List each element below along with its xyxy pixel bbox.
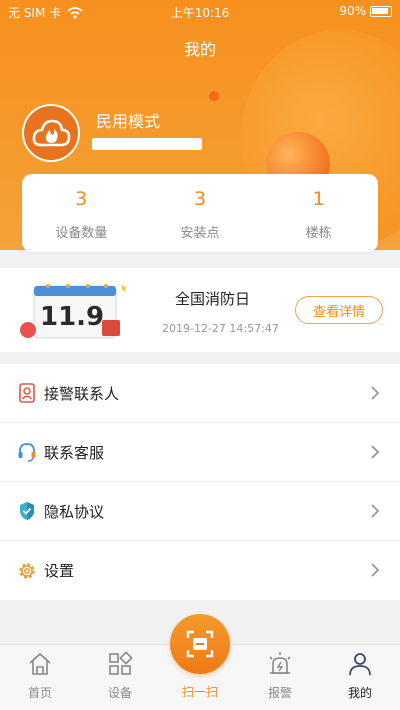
tab-home[interactable]: 首页 bbox=[0, 645, 80, 710]
stat-value: 1 bbox=[312, 188, 325, 210]
stat-label: 楼栋 bbox=[305, 226, 332, 241]
stat-device-count[interactable]: 3 设备数量 bbox=[22, 174, 141, 252]
masked-phone-number bbox=[92, 138, 202, 150]
menu-item-label: 设置 bbox=[44, 562, 75, 580]
settings-menu: 接警联系人 联系客服 隐私协议 设置 bbox=[0, 364, 400, 600]
headset-icon bbox=[16, 441, 38, 463]
user-icon bbox=[349, 653, 371, 676]
avatar[interactable] bbox=[22, 104, 80, 162]
stat-install-points[interactable]: 3 安装点 bbox=[141, 174, 260, 252]
menu-item-customer-service[interactable]: 联系客服 bbox=[0, 423, 400, 482]
scan-icon bbox=[186, 630, 214, 658]
stat-buildings[interactable]: 1 楼栋 bbox=[259, 174, 378, 252]
menu-item-label: 隐私协议 bbox=[44, 502, 105, 521]
user-mode-label: 民用模式 bbox=[96, 112, 161, 131]
shield-icon bbox=[16, 500, 38, 522]
alarm-icon bbox=[269, 652, 291, 674]
menu-item-alarm-contacts[interactable]: 接警联系人 bbox=[0, 364, 400, 423]
tab-label: 报警 bbox=[267, 686, 292, 700]
cloud-flame-logo-icon bbox=[32, 119, 71, 147]
scan-button[interactable] bbox=[170, 614, 230, 674]
tab-label: 我的 bbox=[347, 686, 372, 700]
stat-value: 3 bbox=[75, 188, 88, 210]
chevron-right-icon bbox=[371, 445, 380, 459]
calendar-date-text: 11.9 bbox=[40, 302, 104, 332]
event-timestamp: 2019-12-27 14:57:47 bbox=[162, 322, 279, 335]
stats-card: 3 设备数量 3 安装点 1 楼栋 bbox=[22, 174, 378, 252]
gear-icon bbox=[16, 560, 38, 582]
header-decoration-dot bbox=[209, 91, 219, 101]
menu-item-settings[interactable]: 设置 bbox=[0, 541, 400, 600]
menu-item-label: 接警联系人 bbox=[44, 384, 120, 403]
tab-devices[interactable]: 设备 bbox=[80, 645, 160, 710]
battery-icon bbox=[370, 5, 392, 17]
calendar-illustration: 11.9 bbox=[20, 284, 126, 339]
tab-mine[interactable]: 我的 bbox=[320, 645, 400, 710]
tab-label: 首页 bbox=[27, 686, 52, 700]
menu-item-privacy-policy[interactable]: 隐私协议 bbox=[0, 482, 400, 541]
page-title: 我的 bbox=[183, 40, 216, 59]
scan-tab-label[interactable]: 扫一扫 bbox=[160, 683, 240, 700]
tab-alarm[interactable]: 报警 bbox=[240, 645, 320, 710]
stat-value: 3 bbox=[193, 188, 207, 210]
chevron-right-icon bbox=[371, 563, 380, 577]
chevron-right-icon bbox=[371, 386, 380, 400]
home-icon bbox=[29, 652, 51, 675]
tab-label: 设备 bbox=[107, 686, 132, 700]
stat-label: 安装点 bbox=[180, 226, 220, 241]
event-title: 全国消防日 bbox=[175, 290, 251, 308]
event-card: 11.9 全国消防日 2019-12-27 14:57:47 查看详情 bbox=[0, 268, 400, 352]
menu-item-label: 联系客服 bbox=[44, 443, 105, 462]
battery-percent: 90% bbox=[339, 4, 366, 18]
chevron-right-icon bbox=[371, 504, 380, 518]
contact-icon bbox=[16, 382, 38, 404]
stat-label: 设备数量 bbox=[55, 226, 108, 241]
view-details-button[interactable]: 查看详情 bbox=[295, 296, 383, 324]
status-bar: 无 SIM 卡 上午10:16 90% bbox=[0, 0, 400, 24]
devices-icon bbox=[109, 651, 133, 675]
